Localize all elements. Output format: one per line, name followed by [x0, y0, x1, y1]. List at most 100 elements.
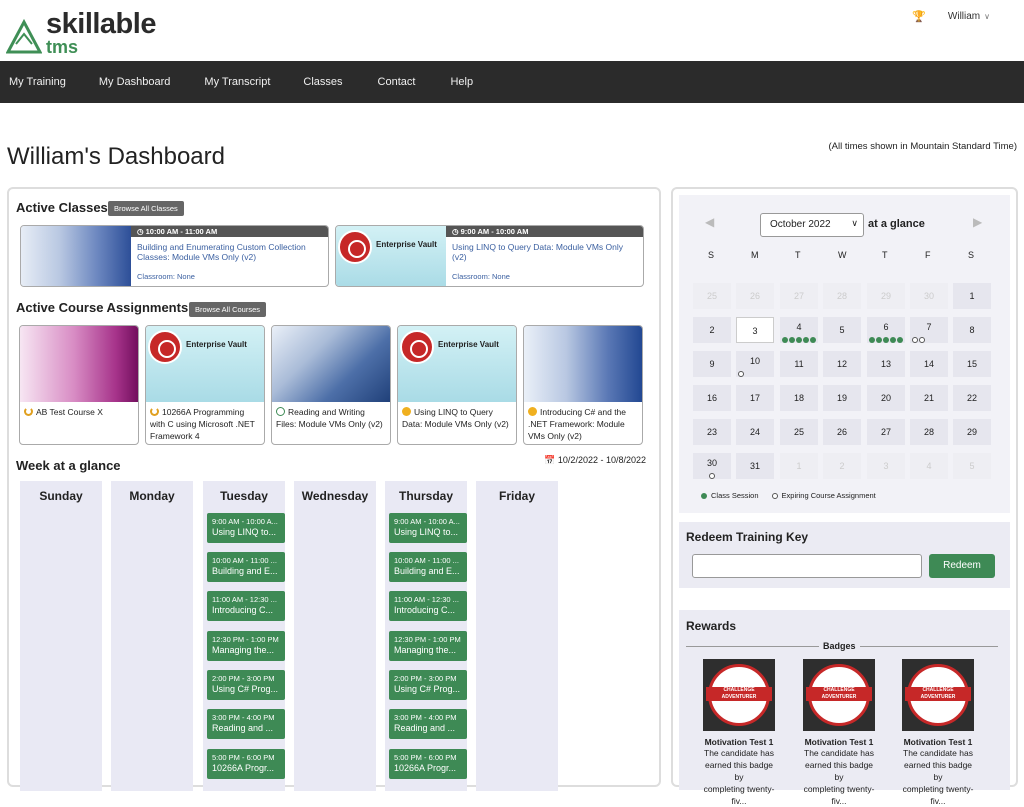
calendar-day: 3 — [867, 453, 905, 479]
enterprise-vault-logo-icon — [338, 230, 372, 264]
calendar-day[interactable]: 29 — [953, 419, 991, 445]
badges-heading: Badges — [819, 641, 860, 651]
week-event[interactable]: 9:00 AM - 10:00 A... Using LINQ to... — [207, 513, 285, 543]
calendar-day[interactable]: 24 — [736, 419, 774, 445]
enterprise-vault-label: Enterprise Vault — [438, 340, 499, 349]
week-day-thursday: Thursday 9:00 AM - 10:00 A... Using LINQ … — [385, 481, 467, 791]
calendar-day-today[interactable]: 3 — [736, 317, 774, 343]
nav-classes[interactable]: Classes — [303, 76, 342, 88]
course-card[interactable]: Reading and Writing Files: Module VMs On… — [271, 325, 391, 445]
week-event[interactable]: 3:00 PM - 4:00 PM Reading and ... — [389, 709, 467, 739]
redeem-button[interactable]: Redeem — [929, 554, 995, 578]
calendar-day[interactable]: 11 — [780, 351, 818, 377]
nav-help[interactable]: Help — [450, 76, 473, 88]
course-title: 10266A Programming with C using Microsof… — [150, 407, 255, 441]
next-month-arrow-icon[interactable]: ▶ — [973, 215, 982, 229]
badge-description: The candidate has earned this badge by com… — [803, 748, 875, 806]
course-card[interactable]: Enterprise Vault Using LINQ to Query Dat… — [397, 325, 517, 445]
badge-band: CHALLENGE ADVENTURER — [905, 687, 971, 701]
week-event[interactable]: 5:00 PM - 6:00 PM 10266A Progr... — [389, 749, 467, 779]
trophy-icon[interactable]: 🏆 — [912, 10, 926, 23]
nav-my-transcript[interactable]: My Transcript — [204, 76, 270, 88]
calendar-day[interactable]: 31 — [736, 453, 774, 479]
clock-icon: ◷ — [137, 227, 144, 236]
course-card[interactable]: AB Test Course X — [19, 325, 139, 445]
calendar-day[interactable]: 7 — [910, 317, 948, 343]
calendar-day[interactable]: 6 — [867, 317, 905, 343]
course-card[interactable]: Enterprise Vault 10266A Programming with… — [145, 325, 265, 445]
calendar-day[interactable]: 19 — [823, 385, 861, 411]
calendar-day[interactable]: 14 — [910, 351, 948, 377]
calendar-day: 4 — [910, 453, 948, 479]
month-select[interactable]: October 2022 ∨ — [760, 213, 864, 237]
calendar-day[interactable]: 8 — [953, 317, 991, 343]
class-room: Classroom: None — [452, 272, 510, 281]
class-card[interactable]: ◷ 10:00 AM - 11:00 AM Building and Enume… — [20, 225, 329, 287]
calendar-day[interactable]: 9 — [693, 351, 731, 377]
user-menu[interactable]: William ∨ — [948, 11, 990, 22]
calendar-day[interactable]: 4 — [780, 317, 818, 343]
calendar-day[interactable]: 30 — [693, 453, 731, 479]
calendar-day[interactable]: 2 — [693, 317, 731, 343]
badge-card[interactable]: CHALLENGE ADVENTURER Motivation Test 1 T… — [902, 659, 974, 807]
browse-all-classes-button[interactable]: Browse All Classes — [108, 201, 184, 216]
calendar-day[interactable]: 26 — [823, 419, 861, 445]
week-event[interactable]: 9:00 AM - 10:00 A... Using LINQ to... — [389, 513, 467, 543]
calendar-day[interactable]: 21 — [910, 385, 948, 411]
badge-description: The candidate has earned this badge by com… — [703, 748, 775, 806]
calendar-day[interactable]: 17 — [736, 385, 774, 411]
week-event[interactable]: 12:30 PM - 1:00 PM Managing the... — [389, 631, 467, 661]
badge-card[interactable]: CHALLENGE ADVENTURER Motivation Test 1 T… — [803, 659, 875, 807]
calendar-day[interactable]: 16 — [693, 385, 731, 411]
course-card[interactable]: Introducing C# and the .NET Framework: M… — [523, 325, 643, 445]
timezone-note: (All times shown in Mountain Standard Ti… — [828, 141, 1018, 152]
calendar-day[interactable]: 13 — [867, 351, 905, 377]
skillable-logo[interactable]: skillable tms — [6, 8, 156, 57]
dashboard-side-panel: ◀ ▶ October 2022 ∨ at a glance S M T W T… — [671, 187, 1018, 806]
calendar-day[interactable]: 12 — [823, 351, 861, 377]
badge-image: CHALLENGE ADVENTURER — [703, 659, 775, 731]
redeem-heading: Redeem Training Key — [686, 530, 809, 544]
chevron-down-icon: ∨ — [851, 218, 858, 228]
week-event[interactable]: 2:00 PM - 3:00 PM Using C# Prog... — [207, 670, 285, 700]
week-event[interactable]: 12:30 PM - 1:00 PM Managing the... — [207, 631, 285, 661]
calendar-day[interactable]: 22 — [953, 385, 991, 411]
week-event[interactable]: 5:00 PM - 6:00 PM 10266A Progr... — [207, 749, 285, 779]
calendar-day[interactable]: 20 — [867, 385, 905, 411]
class-title-link[interactable]: Building and Enumerating Custom Collecti… — [137, 242, 322, 262]
badge-image: CHALLENGE ADVENTURER — [902, 659, 974, 731]
class-card[interactable]: Enterprise Vault ◷ 9:00 AM - 10:00 AM Us… — [335, 225, 644, 287]
browse-all-courses-button[interactable]: Browse All Courses — [189, 302, 267, 317]
class-title-link[interactable]: Using LINQ to Query Data: Module VMs Onl… — [452, 242, 637, 262]
calendar-day[interactable]: 27 — [867, 419, 905, 445]
calendar-day[interactable]: 1 — [953, 283, 991, 309]
prev-month-arrow-icon[interactable]: ◀ — [705, 215, 714, 229]
calendar-day[interactable]: 28 — [910, 419, 948, 445]
chevron-down-icon: ∨ — [984, 12, 990, 21]
calendar-day: 30 — [910, 283, 948, 309]
badge-image: CHALLENGE ADVENTURER — [803, 659, 875, 731]
week-day-tuesday: Tuesday 9:00 AM - 10:00 A... Using LINQ t… — [203, 481, 285, 791]
week-event[interactable]: 10:00 AM - 11:00 ... Building and E... — [207, 552, 285, 582]
calendar-day[interactable]: 15 — [953, 351, 991, 377]
expiring-dots — [709, 473, 716, 479]
enterprise-vault-label: Enterprise Vault — [186, 340, 247, 349]
nav-contact[interactable]: Contact — [378, 76, 416, 88]
calendar-day: 26 — [736, 283, 774, 309]
week-event[interactable]: 2:00 PM - 3:00 PM Using C# Prog... — [389, 670, 467, 700]
user-area: 🏆 William ∨ — [912, 10, 990, 23]
calendar-day[interactable]: 5 — [823, 317, 861, 343]
week-event[interactable]: 10:00 AM - 11:00 ... Building and E... — [389, 552, 467, 582]
calendar-day[interactable]: 23 — [693, 419, 731, 445]
week-event[interactable]: 11:00 AM - 12:30 ... Introducing C... — [207, 591, 285, 621]
calendar-day[interactable]: 25 — [780, 419, 818, 445]
nav-my-dashboard[interactable]: My Dashboard — [99, 76, 171, 88]
week-event[interactable]: 11:00 AM - 12:30 ... Introducing C... — [389, 591, 467, 621]
week-event[interactable]: 3:00 PM - 4:00 PM Reading and ... — [207, 709, 285, 739]
week-range: 📅 10/2/2022 - 10/8/2022 — [544, 455, 646, 465]
calendar-day[interactable]: 18 — [780, 385, 818, 411]
training-key-input[interactable] — [692, 554, 922, 578]
nav-my-training[interactable]: My Training — [9, 76, 66, 88]
calendar-day[interactable]: 10 — [736, 351, 774, 377]
badge-card[interactable]: CHALLENGE ADVENTURER Motivation Test 1 T… — [703, 659, 775, 807]
